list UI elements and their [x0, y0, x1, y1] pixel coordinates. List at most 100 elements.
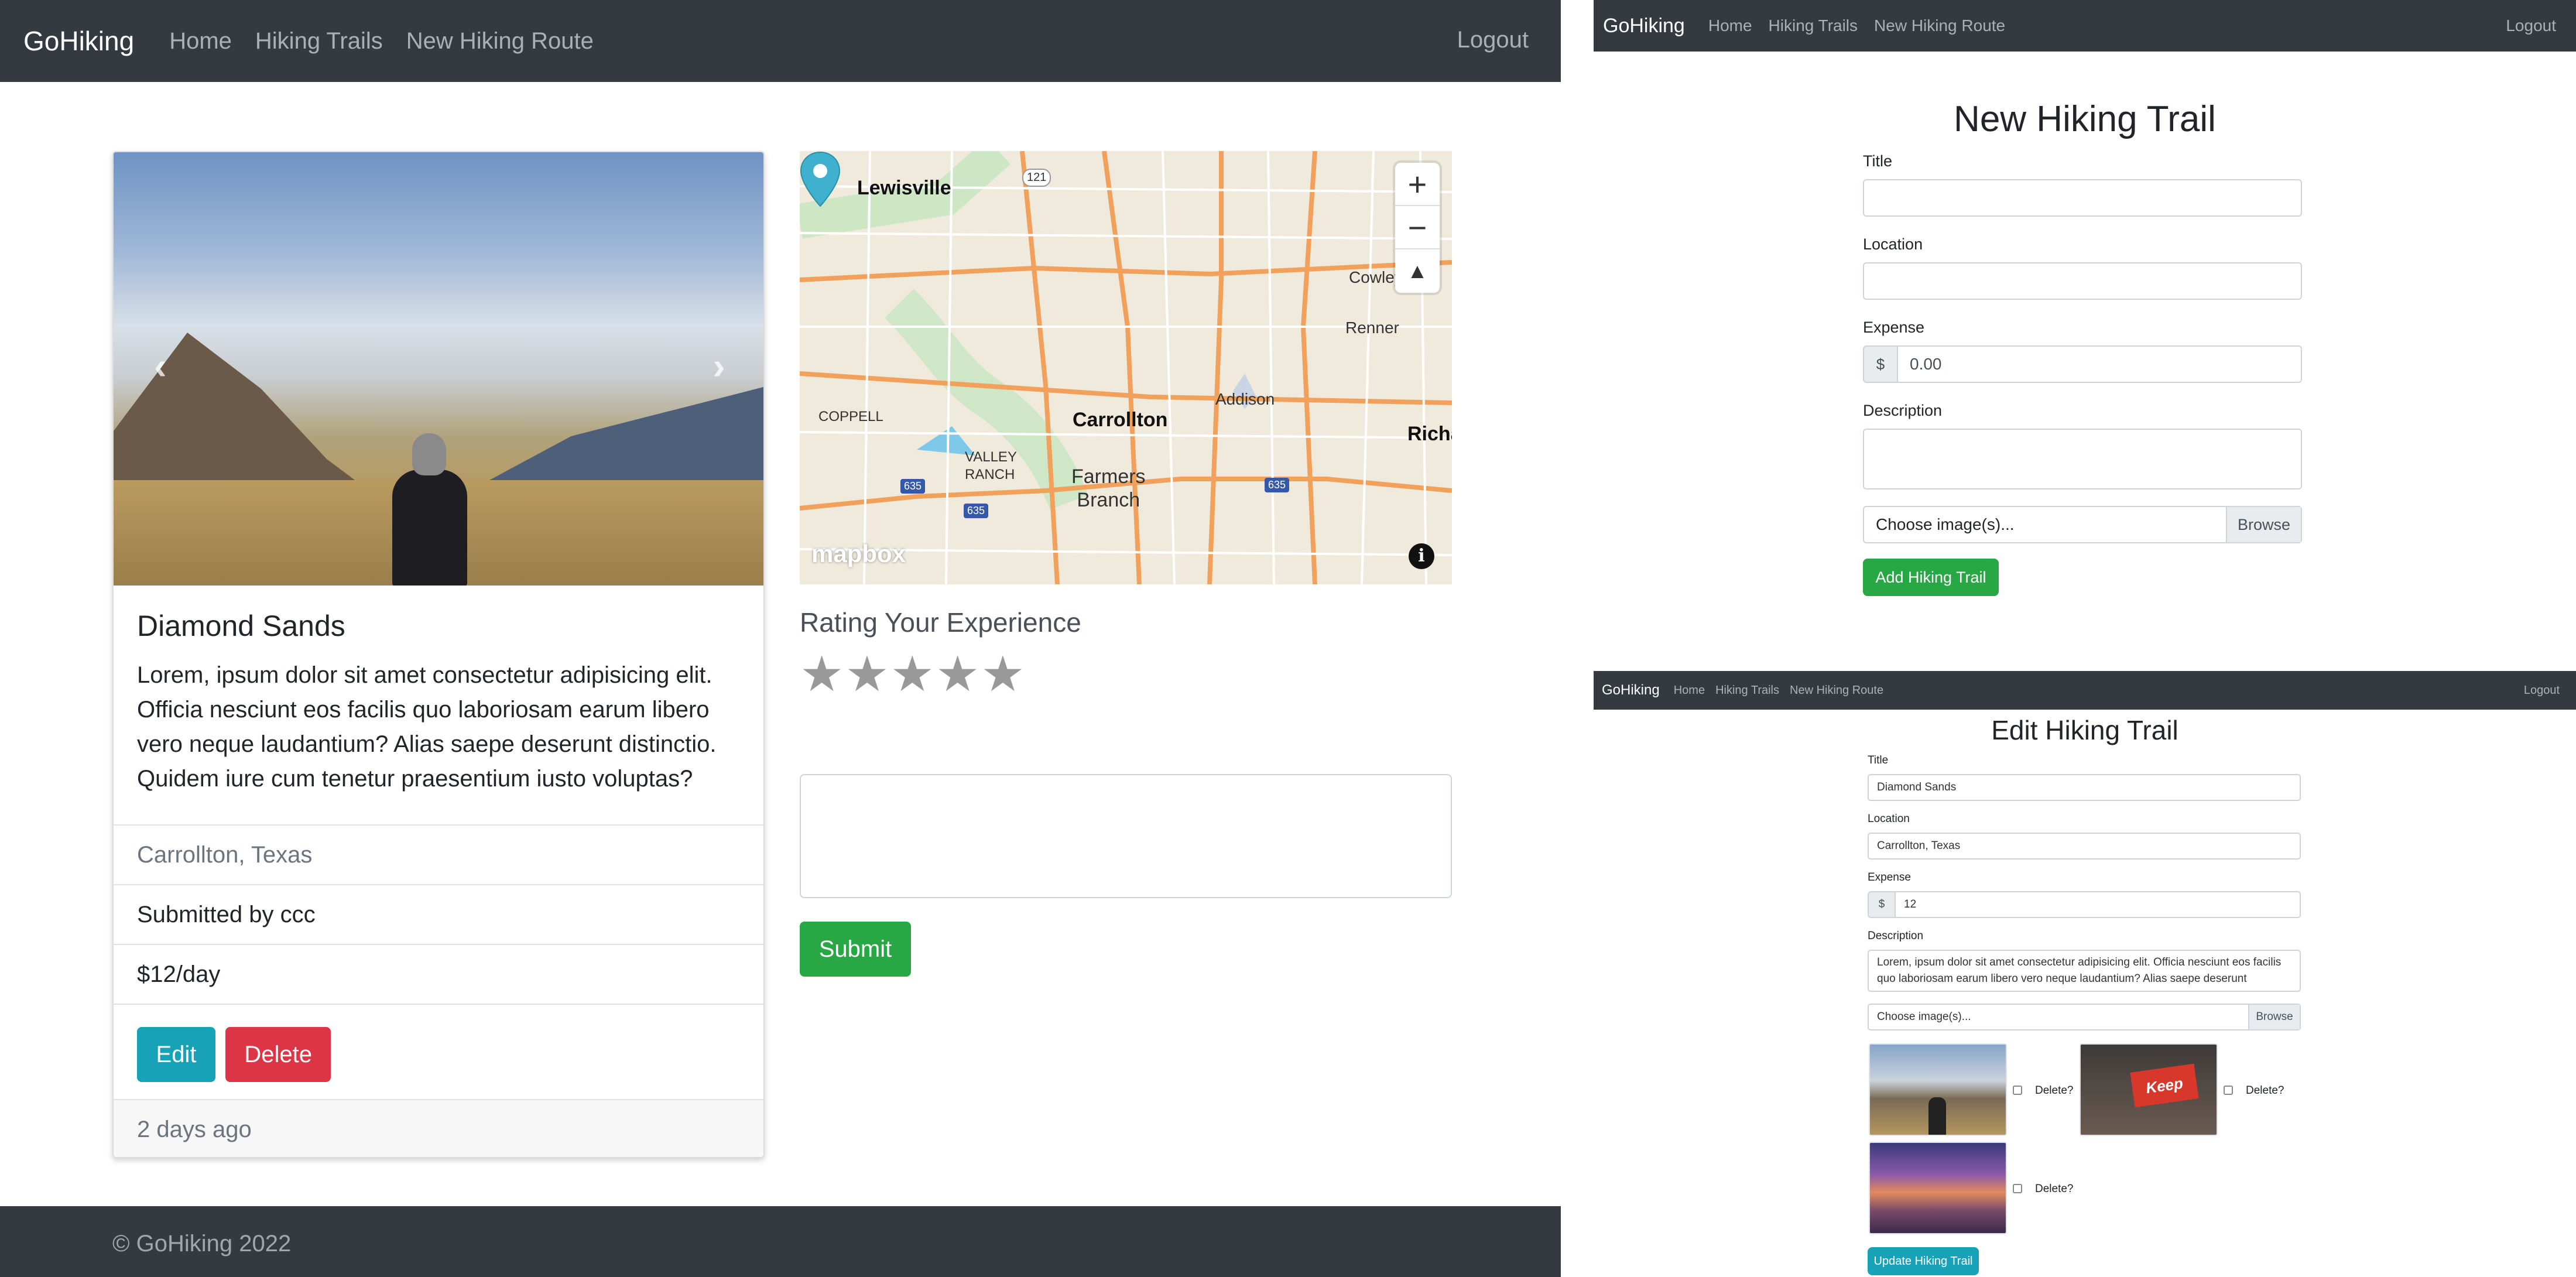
page-title: Edit Hiking Trail: [1991, 715, 2178, 745]
zoom-out-icon[interactable]: −: [1395, 206, 1440, 249]
currency-addon: $: [1868, 891, 1896, 918]
navbar: GoHiking Home Hiking Trails New Hiking R…: [0, 0, 1561, 82]
delete-image-label: Delete?: [2035, 1084, 2074, 1097]
trail-thumbnail: [1869, 1142, 2007, 1234]
delete-image-checkbox[interactable]: [2224, 1086, 2233, 1095]
trail-price: $12/day: [114, 944, 763, 1004]
delete-image-label: Delete?: [2035, 1183, 2074, 1195]
nav-trails-link[interactable]: Hiking Trails: [255, 28, 383, 54]
map-label: Lewisville: [857, 177, 951, 199]
title-field[interactable]: Diamond Sands: [1868, 774, 2301, 801]
expense-field[interactable]: 12: [1895, 891, 2301, 918]
page-title: New Hiking Trail: [1954, 99, 2216, 139]
trail-thumbnail: Keep: [2080, 1043, 2218, 1136]
currency-addon: $: [1863, 345, 1898, 383]
delete-image-label: Delete?: [2246, 1084, 2284, 1097]
card-actions: Edit Delete: [114, 1004, 763, 1099]
page-footer: © GoHiking 2022: [0, 1206, 1561, 1277]
update-trail-button[interactable]: Update Hiking Trail: [1868, 1247, 1979, 1275]
nav-trails-link[interactable]: Hiking Trails: [1769, 16, 1858, 35]
map-label: Farmers Branch: [1071, 465, 1146, 511]
map-label: Richa: [1407, 423, 1452, 445]
nav-trails-link[interactable]: Hiking Trails: [1715, 684, 1779, 697]
card-footer-timestamp: 2 days ago: [114, 1099, 763, 1157]
logout-link[interactable]: Logout: [2506, 16, 2556, 35]
description-label: Description: [1868, 930, 1924, 942]
delete-button[interactable]: Delete: [225, 1027, 331, 1082]
hiker-figure: [386, 433, 468, 586]
mapbox-logo[interactable]: mapbox: [811, 540, 906, 568]
edit-trail-page: GoHiking Home Hiking Trails New Hiking R…: [1594, 671, 2576, 1277]
highway-shield: 635: [1265, 478, 1290, 492]
location-label: Location: [1868, 813, 1910, 825]
brand-link[interactable]: GoHiking: [1603, 15, 1685, 37]
delete-image-checkbox[interactable]: [2013, 1086, 2022, 1095]
map-label: VALLEY RANCH: [965, 449, 1017, 482]
expense-label: Expense: [1868, 871, 1911, 884]
trail-description: Lorem, ipsum dolor sit amet consectetur …: [137, 662, 717, 792]
location-field[interactable]: [1863, 262, 2302, 300]
file-placeholder: Choose image(s)...: [1877, 1011, 1971, 1023]
nav-new-route-link[interactable]: New Hiking Route: [406, 28, 594, 54]
browse-button[interactable]: Browse: [2248, 1005, 2300, 1029]
zoom-in-icon[interactable]: +: [1395, 163, 1440, 206]
image-file-input[interactable]: Choose image(s)... Browse: [1863, 506, 2302, 543]
image-file-input[interactable]: Choose image(s)... Browse: [1868, 1004, 2301, 1030]
highway-shield: 635: [964, 504, 989, 518]
title-label: Title: [1863, 152, 1893, 170]
brand-link[interactable]: GoHiking: [23, 25, 134, 57]
map-roads: [800, 151, 1452, 584]
sign-text: Keep: [2130, 1063, 2199, 1108]
brand-link[interactable]: GoHiking: [1602, 682, 1660, 699]
map-zoom-controls: + − ▲: [1395, 163, 1440, 293]
nav-new-route-link[interactable]: New Hiking Route: [1790, 684, 1883, 697]
browse-button[interactable]: Browse: [2226, 507, 2301, 542]
star-rating[interactable]: ★★★★★: [800, 648, 1026, 700]
image-carousel: ‹ ›: [114, 152, 763, 586]
chevron-left-icon[interactable]: ‹: [143, 345, 178, 386]
location-label: Location: [1863, 235, 1923, 253]
info-icon[interactable]: i: [1409, 543, 1434, 569]
nav-home-link[interactable]: Home: [169, 28, 232, 54]
trail-title: Diamond Sands: [137, 610, 345, 642]
review-textarea[interactable]: [800, 774, 1452, 898]
submit-review-button[interactable]: Submit: [800, 922, 911, 977]
star-icon[interactable]: ★: [890, 646, 936, 701]
expense-field[interactable]: 0.00: [1897, 345, 2302, 383]
star-icon[interactable]: ★: [800, 646, 845, 701]
map-marker-icon[interactable]: [800, 151, 841, 207]
delete-image-checkbox[interactable]: [2013, 1184, 2022, 1193]
description-textarea[interactable]: [1863, 429, 2302, 489]
map-label: COPPELL: [818, 409, 883, 424]
title-label: Title: [1868, 754, 1889, 766]
logout-link[interactable]: Logout: [1457, 27, 1529, 53]
title-field[interactable]: [1863, 179, 2302, 217]
copyright-text: © GoHiking 2022: [112, 1231, 292, 1257]
highway-shield: 635: [900, 479, 926, 494]
card-body: Diamond Sands Lorem, ipsum dolor sit ame…: [114, 586, 763, 796]
location-field[interactable]: Carrollton, Texas: [1868, 833, 2301, 860]
nav-new-route-link[interactable]: New Hiking Route: [1874, 16, 2005, 35]
trail-location: Carrollton, Texas: [114, 824, 763, 884]
compass-icon[interactable]: ▲: [1395, 249, 1440, 293]
trail-thumbnail: [1869, 1043, 2007, 1136]
map-label: Renner: [1345, 319, 1399, 337]
chevron-right-icon[interactable]: ›: [701, 345, 737, 386]
trail-map[interactable]: Lewisville Cowley Renner Addison Carroll…: [800, 151, 1452, 584]
star-icon[interactable]: ★: [845, 646, 890, 701]
nav-home-link[interactable]: Home: [1708, 16, 1752, 35]
edit-button[interactable]: Edit: [137, 1027, 215, 1082]
description-label: Description: [1863, 402, 1943, 419]
nav-home-link[interactable]: Home: [1674, 684, 1705, 697]
expense-label: Expense: [1863, 319, 1925, 336]
description-textarea[interactable]: Lorem, ipsum dolor sit amet consectetur …: [1868, 950, 2301, 992]
add-trail-button[interactable]: Add Hiking Trail: [1863, 559, 1999, 596]
star-icon[interactable]: ★: [981, 646, 1026, 701]
trail-author: Submitted by ccc: [114, 884, 763, 944]
trail-card: ‹ › Diamond Sands Lorem, ipsum dolor sit…: [112, 151, 765, 1158]
star-icon[interactable]: ★: [936, 646, 981, 701]
logout-link[interactable]: Logout: [2524, 684, 2560, 697]
rating-heading: Rating Your Experience: [800, 607, 1081, 638]
navbar: GoHiking Home Hiking Trails New Hiking R…: [1594, 671, 2576, 710]
new-trail-page: GoHiking Home Hiking Trails New Hiking R…: [1594, 0, 2576, 638]
